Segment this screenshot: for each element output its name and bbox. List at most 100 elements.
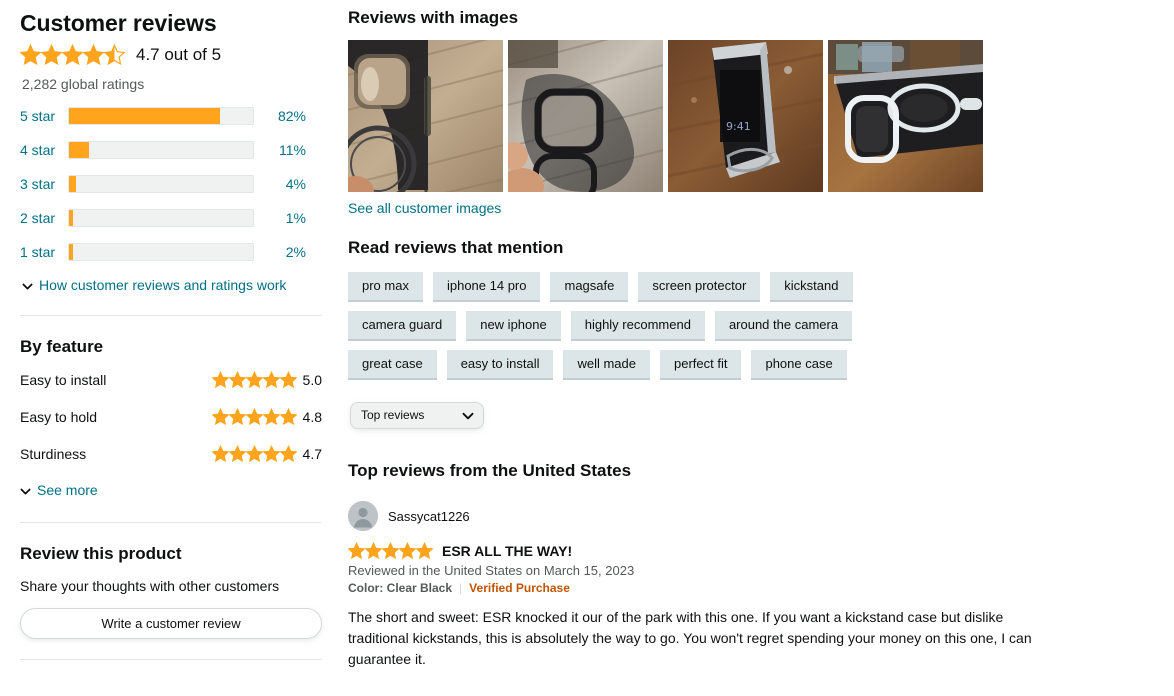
mention-chip[interactable]: perfect fit [660,350,742,380]
feature-name: Easy to hold [20,408,98,425]
histogram-bar-track[interactable] [68,175,254,193]
reviews-summary-column: Customer reviews 4.7 out of 5 2,282 glob… [0,0,342,670]
how-reviews-work-label: How customer reviews and ratings work [39,277,287,293]
feature-name: Easy to install [20,371,107,388]
review-date-location: Reviewed in the United States on March 1… [348,563,635,578]
review-body-text: The short and sweet: ESR knocked it our … [348,609,1032,667]
feature-rating: 5.0 [211,371,322,388]
review-image-thumbnail[interactable] [508,40,663,192]
share-thoughts-text: Share your thoughts with other customers [20,578,280,594]
mention-chip[interactable]: highly recommend [570,311,705,341]
review-attributes: Color: Clear Black | Verified Purchase [348,581,1164,595]
sort-reviews-selected-value: Top reviews [361,408,425,422]
avatar [348,501,378,531]
feature-score: 4.7 [302,445,322,462]
reviews-content-column: Reviews with images 9:41 See all custome… [342,0,1174,670]
histogram-bar-fill [69,244,74,260]
histogram-star-label[interactable]: 1 star [20,244,68,260]
mention-chip[interactable]: kickstand [770,272,853,302]
feature-score: 4.8 [302,408,322,425]
customer-reviews-page: Customer reviews 4.7 out of 5 2,282 glob… [0,0,1174,670]
chevron-down-icon [20,486,31,497]
feature-row: Easy to install 5.0 [20,371,322,388]
reviewer[interactable]: Sassycat1226 [348,501,1164,531]
divider [20,315,322,316]
reviews-with-images-title: Reviews with images [348,8,519,27]
mention-chip[interactable]: great case [348,350,437,380]
histogram-row: 5 star 82% [20,105,322,127]
histogram-percent[interactable]: 82% [254,108,306,124]
mention-chip[interactable]: phone case [751,350,847,380]
write-a-customer-review-button[interactable]: Write a customer review [20,608,322,639]
by-feature-title: By feature [20,337,104,356]
see-more-label: See more [37,482,98,498]
rating-histogram: 5 star 82% 4 star 11% 3 star 4% 2 star 1% 1 star… [20,105,322,263]
how-reviews-work-toggle[interactable]: How customer reviews and ratings work [22,277,322,293]
histogram-percent[interactable]: 11% [254,142,306,158]
histogram-percent[interactable]: 4% [254,176,306,192]
histogram-bar-fill [69,210,74,226]
histogram-row: 2 star 1% [20,207,322,229]
top-reviews-title: Top reviews from the United States [348,461,632,480]
attribute-divider: | [459,581,463,595]
feature-rating: 4.7 [211,445,322,462]
chevron-down-icon [462,410,474,422]
global-ratings-count: 2,282 global ratings [22,76,145,92]
histogram-row: 1 star 2% [20,241,322,263]
verified-purchase-badge: Verified Purchase [469,581,570,595]
svg-text:9:41: 9:41 [726,120,751,133]
mention-chip[interactable]: magsafe [550,272,629,302]
histogram-star-label[interactable]: 3 star [20,176,68,192]
page-title: Customer reviews [20,10,217,36]
histogram-row: 4 star 11% [20,139,322,161]
review-item: Sassycat1226 ESR ALL THE WAY! Reviewed i… [348,501,1164,670]
histogram-bar-track[interactable] [68,243,254,261]
histogram-bar-fill [69,142,90,158]
mention-chip[interactable]: around the camera [714,311,853,341]
review-image-thumbnail[interactable]: 9:41 [668,40,823,192]
mention-chip[interactable]: screen protector [638,272,761,302]
see-all-customer-images-link[interactable]: See all customer images [348,200,501,216]
divider [20,659,322,660]
histogram-bar-track[interactable] [68,209,254,227]
mention-chip[interactable]: well made [563,350,650,380]
review-image-thumbnails: 9:41 [348,40,1164,192]
review-this-product-title: Review this product [20,544,182,563]
mention-chip[interactable]: easy to install [446,350,554,380]
histogram-bar-fill [69,176,77,192]
mention-chip[interactable]: camera guard [348,311,457,341]
review-heading: ESR ALL THE WAY! [348,542,1164,559]
mention-keyword-chips: pro max iphone 14 pro magsafe screen protec… [348,272,888,380]
histogram-bar-track[interactable] [68,107,254,125]
histogram-star-label[interactable]: 4 star [20,142,68,158]
read-reviews-that-mention-title: Read reviews that mention [348,238,564,257]
mention-chip[interactable]: iphone 14 pro [432,272,541,302]
feature-row: Easy to hold 4.8 [20,408,322,425]
review-color-attribute: Color: Clear Black [348,581,453,595]
histogram-percent[interactable]: 2% [254,244,306,260]
feature-star-rating-icon [211,445,297,462]
see-more-features-toggle[interactable]: See more [20,482,322,498]
feature-rating-list: Easy to install 5.0 Easy to hold 4.8 Sturdin… [20,371,322,462]
review-title[interactable]: ESR ALL THE WAY! [442,543,572,559]
review-image-thumbnail[interactable] [828,40,983,192]
review-image-thumbnail[interactable] [348,40,503,192]
mention-chip[interactable]: new iphone [466,311,561,341]
mention-chip[interactable]: pro max [348,272,423,302]
overall-rating: 4.7 out of 5 [20,44,322,65]
overall-star-rating-icon[interactable] [20,44,125,65]
feature-score: 5.0 [302,371,322,388]
histogram-bar-track[interactable] [68,141,254,159]
reviewer-name: Sassycat1226 [388,508,470,524]
feature-rating: 4.8 [211,408,322,425]
divider [20,522,322,523]
feature-name: Sturdiness [20,445,87,462]
histogram-bar-fill [69,108,220,124]
chevron-down-icon [22,281,33,292]
review-star-rating-icon[interactable] [348,542,433,559]
histogram-star-label[interactable]: 2 star [20,210,68,226]
histogram-percent[interactable]: 1% [254,210,306,226]
sort-reviews-select[interactable]: Top reviews [350,402,484,429]
histogram-star-label[interactable]: 5 star [20,108,68,124]
feature-star-rating-icon [211,371,297,388]
